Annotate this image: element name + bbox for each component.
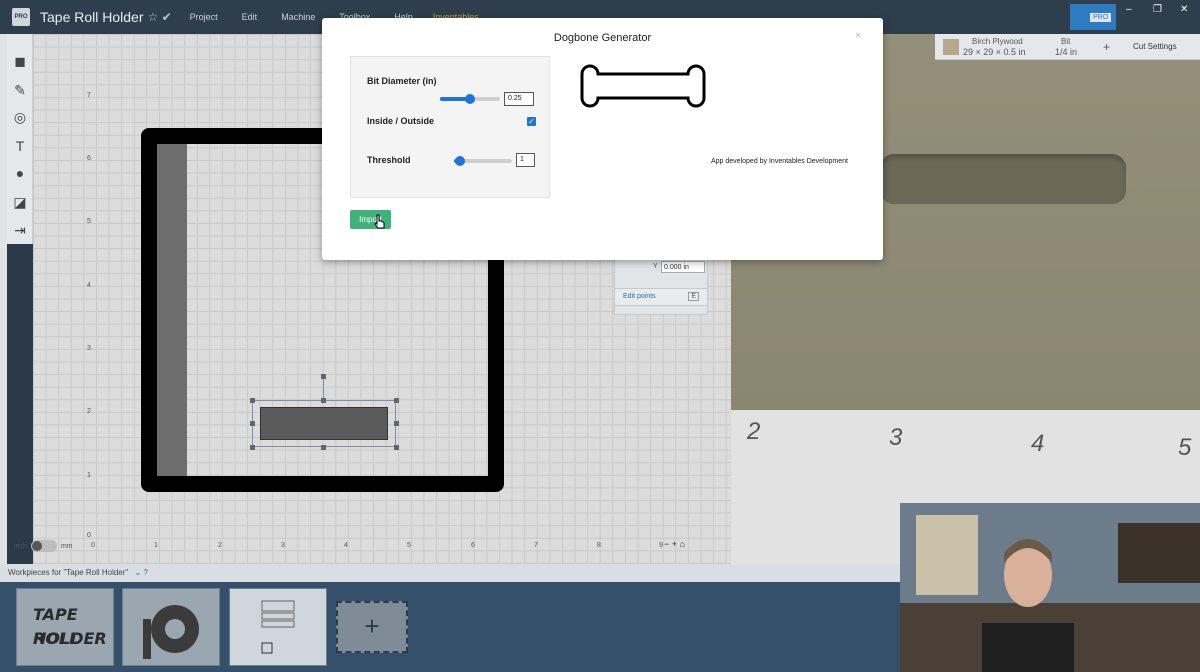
bit-diameter-slider[interactable]	[440, 94, 500, 104]
bit-diameter-input[interactable]: 0.25	[504, 92, 534, 106]
threshold-slider[interactable]	[454, 156, 512, 166]
close-dialog-icon[interactable]: ×	[855, 30, 861, 42]
hand-cursor-icon	[374, 214, 385, 229]
slider-knob[interactable]	[465, 94, 475, 104]
threshold-label: Threshold	[367, 155, 411, 165]
bit-diameter-label: Bit Diameter (in)	[367, 76, 437, 86]
dogbone-generator-dialog: Dogbone Generator × Bit Diameter (in) 0.…	[322, 18, 883, 260]
developer-credit: App developed by Inventables Development	[711, 158, 848, 165]
dialog-title: Dogbone Generator	[553, 32, 652, 44]
threshold-input[interactable]: 1	[516, 153, 535, 167]
parameter-panel: Bit Diameter (in) 0.25 Inside / Outside …	[350, 56, 550, 198]
slider-knob[interactable]	[454, 156, 465, 166]
inside-outside-label: Inside / Outside	[367, 116, 435, 126]
dogbone-preview-icon	[580, 64, 706, 108]
inside-outside-checkbox[interactable]: ✓	[527, 117, 536, 126]
